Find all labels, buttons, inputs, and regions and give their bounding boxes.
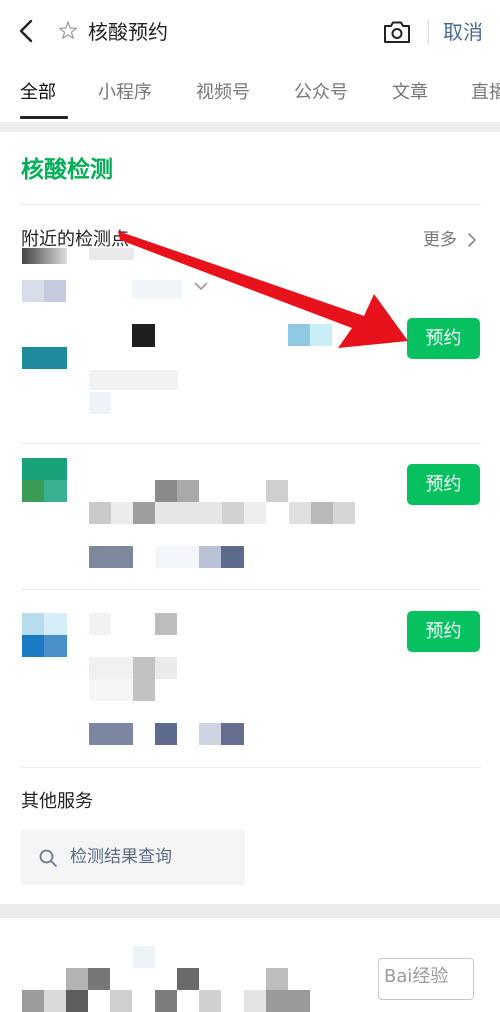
blurred-content — [110, 990, 132, 1012]
blurred-content — [221, 546, 244, 568]
blurred-content — [155, 546, 199, 568]
chevron-down-icon — [193, 277, 209, 296]
blurred-content — [266, 990, 310, 1012]
blurred-content — [133, 657, 155, 701]
blurred-content — [199, 546, 221, 568]
blurred-content — [111, 502, 133, 524]
blurred-content — [133, 502, 155, 524]
blurred-content — [22, 480, 44, 502]
blurred-content — [333, 502, 355, 524]
section-title: 核酸检测 — [21, 157, 113, 183]
blurred-content — [89, 370, 178, 390]
blurred-content — [44, 480, 67, 502]
search-icon — [38, 848, 58, 868]
blurred-content — [66, 968, 88, 990]
blurred-content — [155, 723, 177, 745]
blurred-content — [222, 502, 244, 524]
blurred-content — [133, 946, 155, 968]
book-button[interactable]: 预约 — [407, 318, 480, 359]
chevron-right-icon[interactable] — [466, 231, 478, 249]
blurred-content — [89, 546, 133, 568]
blurred-content — [22, 347, 67, 369]
book-button[interactable]: 预约 — [407, 611, 480, 652]
tab-bar: 全部 小程序 视频号 公众号 文章 直播 — [0, 66, 500, 122]
blurred-content — [155, 613, 177, 635]
divider — [428, 20, 429, 44]
blurred-content — [66, 990, 88, 1012]
other-services-title: 其他服务 — [21, 791, 93, 812]
blurred-content — [89, 723, 133, 745]
blurred-content — [155, 657, 177, 679]
section-divider — [0, 122, 500, 132]
blurred-content — [244, 502, 266, 524]
blurred-content — [155, 990, 177, 1012]
blurred-content — [89, 502, 111, 524]
blurred-content — [311, 502, 333, 524]
section-divider — [0, 904, 500, 918]
active-tab-indicator — [20, 116, 68, 119]
top-bar: 核酸预约 取消 — [0, 0, 500, 62]
blurred-content — [266, 968, 288, 990]
blurred-content — [155, 480, 177, 502]
blurred-content — [22, 613, 44, 635]
tab-mini-program[interactable]: 小程序 — [98, 80, 152, 106]
blurred-content — [244, 990, 266, 1012]
more-link[interactable]: 更多 — [423, 228, 457, 252]
blurred-content — [177, 480, 199, 502]
blurred-content — [22, 248, 67, 264]
divider — [21, 204, 481, 205]
blurred-content — [22, 458, 67, 480]
blurred-content — [310, 324, 332, 346]
blurred-content — [221, 723, 244, 745]
divider — [21, 589, 481, 590]
blurred-content — [22, 990, 44, 1012]
blurred-content — [89, 613, 111, 635]
blurred-content — [289, 502, 311, 524]
search-query-text[interactable]: 核酸预约 — [88, 18, 168, 46]
divider — [21, 767, 481, 768]
cancel-button[interactable]: 取消 — [443, 18, 483, 46]
star-icon[interactable] — [58, 20, 78, 42]
tab-articles[interactable]: 文章 — [392, 80, 428, 106]
blurred-content — [199, 723, 221, 745]
blurred-content — [132, 324, 155, 347]
blurred-content — [88, 968, 110, 990]
blurred-content — [132, 280, 182, 298]
blurred-content — [199, 990, 221, 1012]
tab-official-accounts[interactable]: 公众号 — [294, 80, 348, 106]
blurred-content — [89, 248, 134, 260]
tab-live[interactable]: 直播 — [471, 80, 500, 106]
blurred-content — [44, 990, 66, 1012]
tab-channels[interactable]: 视频号 — [196, 80, 250, 106]
blurred-content — [89, 392, 111, 414]
camera-icon[interactable] — [382, 19, 412, 45]
blurred-content — [44, 280, 66, 302]
blurred-content — [288, 324, 310, 346]
blurred-content — [177, 968, 199, 990]
blurred-content — [44, 635, 67, 657]
tab-all[interactable]: 全部 — [20, 80, 56, 106]
divider — [21, 443, 481, 444]
blurred-content — [22, 635, 44, 657]
blurred-content — [22, 280, 44, 302]
blurred-content — [155, 502, 222, 524]
book-button[interactable]: 预约 — [407, 464, 480, 505]
blurred-content — [266, 480, 288, 502]
blurred-content — [89, 657, 133, 679]
result-query-label[interactable]: 检测结果查询 — [70, 845, 172, 869]
back-arrow-icon[interactable] — [14, 16, 42, 46]
watermark-text: Bai经验 — [384, 966, 449, 987]
blurred-content — [44, 613, 67, 635]
blurred-content — [89, 679, 133, 701]
